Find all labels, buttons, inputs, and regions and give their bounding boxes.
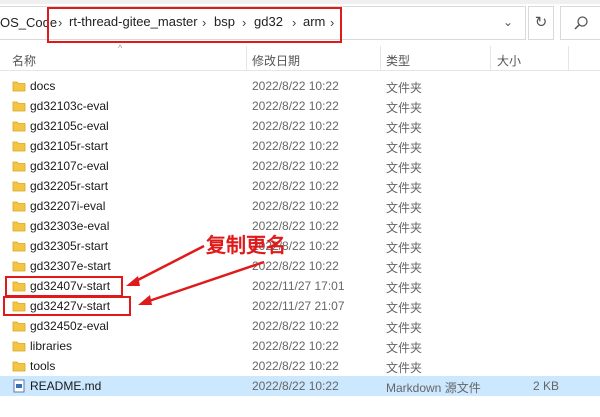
ribbon-edge: [0, 0, 600, 4]
folder-icon: [12, 161, 26, 172]
file-size: 2 KB: [532, 379, 559, 393]
markdown-file-icon: [13, 379, 25, 393]
file-type: 文件夹: [386, 141, 423, 155]
address-history-dropdown-icon[interactable]: ⌄: [503, 15, 513, 29]
column-size[interactable]: 大小: [497, 52, 521, 69]
file-type: 文件夹: [386, 201, 423, 215]
file-row[interactable]: README.md 2022/8/22 10:22 Markdown 源文件 2 KB: [0, 376, 600, 396]
file-date: 2022/8/22 10:22: [252, 159, 339, 173]
column-divider[interactable]: [490, 46, 491, 70]
folder-icon: [12, 321, 26, 332]
highlight-box-gd32427v: [3, 296, 131, 316]
file-row[interactable]: gd32107c-eval 2022/8/22 10:22 文件夹: [0, 156, 600, 176]
file-row[interactable]: gd32103c-eval 2022/8/22 10:22 文件夹: [0, 96, 600, 116]
file-name: gd32107c-eval: [30, 159, 109, 173]
folder-icon: [12, 241, 26, 252]
folder-icon: [12, 201, 26, 212]
file-date: 2022/8/22 10:22: [252, 379, 339, 393]
file-date: 2022/11/27 21:07: [252, 299, 345, 313]
folder-icon: [12, 221, 26, 232]
file-type: 文件夹: [386, 221, 423, 235]
file-type: 文件夹: [386, 301, 423, 315]
file-type: 文件夹: [386, 341, 423, 355]
file-row[interactable]: gd32450z-eval 2022/8/22 10:22 文件夹: [0, 316, 600, 336]
file-row[interactable]: gd32307e-start 2022/8/22 10:22 文件夹: [0, 256, 600, 276]
file-name: gd32105r-start: [30, 139, 109, 153]
column-divider[interactable]: [246, 46, 247, 70]
file-name: gd32307e-start: [30, 259, 111, 273]
file-type: 文件夹: [386, 161, 423, 175]
folder-icon: [12, 121, 26, 132]
file-row[interactable]: gd32105r-start 2022/8/22 10:22 文件夹: [0, 136, 600, 156]
file-row[interactable]: libraries 2022/8/22 10:22 文件夹: [0, 336, 600, 356]
file-date: 2022/8/22 10:22: [252, 339, 339, 353]
file-type: Markdown 源文件: [386, 381, 481, 395]
column-divider[interactable]: [568, 46, 569, 70]
column-date[interactable]: 修改日期: [252, 52, 300, 69]
file-date: 2022/8/22 10:22: [252, 79, 339, 93]
file-type: 文件夹: [386, 361, 423, 375]
file-date: 2022/8/22 10:22: [252, 179, 339, 193]
file-date: 2022/8/22 10:22: [252, 99, 339, 113]
file-type: 文件夹: [386, 241, 423, 255]
folder-icon: [12, 341, 26, 352]
folder-icon: [12, 361, 26, 372]
column-name[interactable]: 名称: [12, 52, 36, 69]
file-type: 文件夹: [386, 101, 423, 115]
file-row[interactable]: gd32303e-eval 2022/8/22 10:22 文件夹: [0, 216, 600, 236]
address-highlight-box: [47, 7, 342, 43]
file-type: 文件夹: [386, 81, 423, 95]
file-row[interactable]: gd32305r-start 2022/8/22 10:22 文件夹: [0, 236, 600, 256]
file-name: gd32103c-eval: [30, 99, 109, 113]
file-name: tools: [30, 359, 56, 373]
search-icon: [574, 16, 588, 30]
file-row[interactable]: docs 2022/8/22 10:22 文件夹: [0, 76, 600, 96]
file-date: 2022/8/22 10:22: [252, 259, 339, 273]
file-date: 2022/8/22 10:22: [252, 119, 339, 133]
file-name: gd32450z-eval: [30, 319, 109, 333]
column-header: ^ 名称 修改日期 类型 大小: [0, 43, 600, 71]
file-row[interactable]: tools 2022/8/22 10:22 文件夹: [0, 356, 600, 376]
folder-icon: [12, 261, 26, 272]
column-divider[interactable]: [380, 46, 381, 70]
file-row[interactable]: gd32207i-eval 2022/8/22 10:22 文件夹: [0, 196, 600, 216]
file-type: 文件夹: [386, 181, 423, 195]
folder-icon: [12, 141, 26, 152]
file-name: libraries: [30, 339, 73, 353]
file-row[interactable]: gd32205r-start 2022/8/22 10:22 文件夹: [0, 176, 600, 196]
file-name: README.md: [30, 379, 102, 393]
file-type: 文件夹: [386, 121, 423, 135]
file-name: gd32207i-eval: [30, 199, 106, 213]
file-type: 文件夹: [386, 261, 423, 275]
folder-icon: [12, 81, 26, 92]
file-date: 2022/11/27 17:01: [252, 279, 345, 293]
file-type: 文件夹: [386, 321, 423, 335]
file-date: 2022/8/22 10:22: [252, 319, 339, 333]
file-name: gd32105c-eval: [30, 119, 109, 133]
file-name: gd32205r-start: [30, 179, 109, 193]
file-type: 文件夹: [386, 281, 423, 295]
file-name: docs: [30, 79, 56, 93]
sort-ascending-icon: ^: [118, 43, 123, 53]
rename-annotation: 复制更名: [206, 233, 286, 257]
file-date: 2022/8/22 10:22: [252, 359, 339, 373]
file-date: 2022/8/22 10:22: [252, 139, 339, 153]
folder-icon: [12, 101, 26, 112]
highlight-box-gd32407v: [5, 276, 123, 297]
file-name: gd32305r-start: [30, 239, 109, 253]
refresh-button[interactable]: ↻: [528, 6, 554, 40]
file-date: 2022/8/22 10:22: [252, 199, 339, 213]
search-box[interactable]: [560, 6, 600, 40]
column-type[interactable]: 类型: [386, 52, 410, 69]
file-row[interactable]: gd32105c-eval 2022/8/22 10:22 文件夹: [0, 116, 600, 136]
file-name: gd32303e-eval: [30, 219, 110, 233]
folder-icon: [12, 181, 26, 192]
